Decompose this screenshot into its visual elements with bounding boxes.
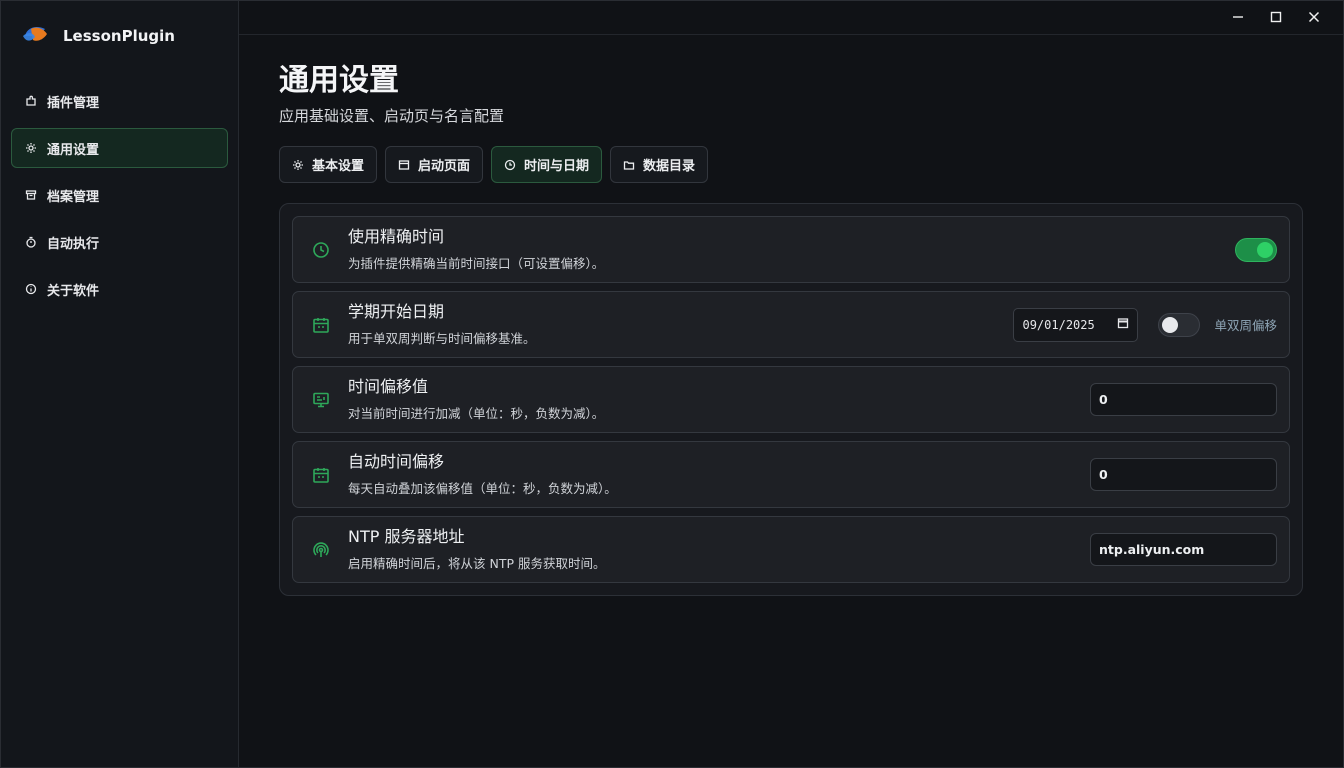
time-offset-input[interactable] bbox=[1090, 383, 1277, 416]
setting-text: 时间偏移值 对当前时间进行加减（单位：秒，负数为减）。 bbox=[348, 377, 1090, 422]
setting-text: NTP 服务器地址 启用精确时间后，将从该 NTP 服务获取时间。 bbox=[348, 527, 1090, 572]
sidebar: LessonPlugin 插件管理 通用设置 档案管理 自动执行 关于软件 bbox=[1, 1, 239, 767]
setting-text: 使用精确时间 为插件提供精确当前时间接口（可设置偏移）。 bbox=[348, 227, 1235, 272]
minimize-icon bbox=[1232, 8, 1244, 27]
setting-title: 学期开始日期 bbox=[348, 302, 445, 321]
precise-time-toggle[interactable] bbox=[1235, 237, 1277, 262]
setting-time-offset: 时间偏移值 对当前时间进行加减（单位：秒，负数为减）。 bbox=[292, 366, 1290, 433]
gear-icon bbox=[292, 159, 304, 171]
clock-icon bbox=[504, 159, 516, 171]
date-value: 09/01/2025 bbox=[1022, 317, 1095, 332]
auto-offset-input[interactable] bbox=[1090, 458, 1277, 491]
broadcast-icon bbox=[293, 541, 348, 559]
tab-startup[interactable]: 启动页面 bbox=[385, 146, 484, 183]
week-offset-toggle[interactable] bbox=[1158, 312, 1201, 337]
sidebar-item-label: 通用设置 bbox=[47, 142, 100, 158]
sidebar-item-general[interactable]: 通用设置 bbox=[11, 128, 228, 168]
term-start-date-input[interactable]: 09/01/2025 bbox=[1013, 307, 1139, 342]
setting-auto-offset: 自动时间偏移 每天自动叠加该偏移值（单位：秒，负数为减）。 bbox=[292, 441, 1290, 508]
window-icon bbox=[398, 159, 410, 171]
archive-icon bbox=[25, 189, 37, 201]
maximize-icon bbox=[1270, 8, 1282, 27]
sidebar-item-label: 插件管理 bbox=[47, 95, 100, 111]
tab-basic[interactable]: 基本设置 bbox=[279, 146, 378, 183]
tab-data-dir[interactable]: 数据目录 bbox=[610, 146, 709, 183]
title-bar bbox=[239, 1, 1343, 35]
toggle-knob bbox=[1257, 241, 1273, 258]
app-name: LessonPlugin bbox=[63, 27, 175, 45]
sidebar-item-label: 关于软件 bbox=[47, 283, 100, 299]
folder-icon bbox=[623, 159, 635, 171]
app-logo bbox=[21, 24, 51, 48]
tab-label: 数据目录 bbox=[643, 159, 696, 174]
sidebar-nav: 插件管理 通用设置 档案管理 自动执行 关于软件 bbox=[1, 71, 238, 309]
sidebar-item-about[interactable]: 关于软件 bbox=[11, 269, 228, 309]
sidebar-item-label: 自动执行 bbox=[47, 236, 100, 252]
setting-title: 使用精确时间 bbox=[348, 227, 445, 246]
main-area: 通用设置 应用基础设置、启动页与名言配置 基本设置 启动页面 时间与日期 数据目… bbox=[239, 1, 1343, 767]
timer-icon bbox=[25, 236, 37, 248]
setting-title: 自动时间偏移 bbox=[348, 452, 445, 471]
info-icon bbox=[25, 283, 37, 295]
tab-label: 基本设置 bbox=[312, 159, 365, 174]
offset-display-icon bbox=[293, 391, 348, 409]
setting-desc: 用于单双周判断与时间偏移基准。 bbox=[348, 331, 536, 346]
settings-panel: 使用精确时间 为插件提供精确当前时间接口（可设置偏移）。 学期开始日期 用于单双… bbox=[279, 203, 1303, 596]
setting-title: NTP 服务器地址 bbox=[348, 527, 465, 546]
setting-desc: 对当前时间进行加减（单位：秒，负数为减）。 bbox=[348, 406, 605, 421]
setting-text: 学期开始日期 用于单双周判断与时间偏移基准。 bbox=[348, 302, 1013, 347]
week-offset-label: 单双周偏移 bbox=[1214, 318, 1277, 333]
close-button[interactable] bbox=[1295, 1, 1333, 35]
brand: LessonPlugin bbox=[1, 1, 238, 71]
sidebar-item-automation[interactable]: 自动执行 bbox=[11, 222, 228, 262]
sidebar-item-archives[interactable]: 档案管理 bbox=[11, 175, 228, 215]
plugin-icon bbox=[25, 95, 37, 107]
minimize-button[interactable] bbox=[1219, 1, 1257, 35]
tab-label: 启动页面 bbox=[418, 159, 471, 174]
setting-desc: 为插件提供精确当前时间接口（可设置偏移）。 bbox=[348, 256, 605, 271]
sidebar-item-plugins[interactable]: 插件管理 bbox=[11, 81, 228, 121]
setting-precise-time: 使用精确时间 为插件提供精确当前时间接口（可设置偏移）。 bbox=[292, 216, 1290, 283]
calendar-icon bbox=[293, 466, 348, 484]
tab-label: 时间与日期 bbox=[524, 159, 590, 174]
setting-desc: 启用精确时间后，将从该 NTP 服务获取时间。 bbox=[348, 556, 606, 571]
setting-ntp-server: NTP 服务器地址 启用精确时间后，将从该 NTP 服务获取时间。 bbox=[292, 516, 1290, 583]
maximize-button[interactable] bbox=[1257, 1, 1295, 35]
setting-desc: 每天自动叠加该偏移值（单位：秒，负数为减）。 bbox=[348, 481, 617, 496]
gear-icon bbox=[25, 142, 37, 154]
clock-icon bbox=[293, 241, 348, 259]
calendar-picker-icon[interactable] bbox=[1117, 317, 1129, 332]
calendar-icon bbox=[293, 316, 348, 334]
page-subtitle: 应用基础设置、启动页与名言配置 bbox=[279, 107, 505, 125]
app-window: LessonPlugin 插件管理 通用设置 档案管理 自动执行 关于软件 通用… bbox=[0, 0, 1344, 768]
page-content: 通用设置 应用基础设置、启动页与名言配置 基本设置 启动页面 时间与日期 数据目… bbox=[239, 35, 1343, 596]
tab-bar: 基本设置 启动页面 时间与日期 数据目录 bbox=[279, 146, 1303, 183]
close-icon bbox=[1308, 8, 1320, 27]
setting-term-start: 学期开始日期 用于单双周判断与时间偏移基准。 09/01/2025 单双周偏移 bbox=[292, 291, 1290, 358]
toggle-knob bbox=[1162, 316, 1179, 333]
setting-text: 自动时间偏移 每天自动叠加该偏移值（单位：秒，负数为减）。 bbox=[348, 452, 1090, 497]
ntp-server-input[interactable] bbox=[1090, 533, 1277, 566]
page-title: 通用设置 bbox=[279, 63, 399, 98]
sidebar-item-label: 档案管理 bbox=[47, 189, 100, 205]
setting-title: 时间偏移值 bbox=[348, 377, 429, 396]
tab-time-date[interactable]: 时间与日期 bbox=[491, 146, 603, 183]
